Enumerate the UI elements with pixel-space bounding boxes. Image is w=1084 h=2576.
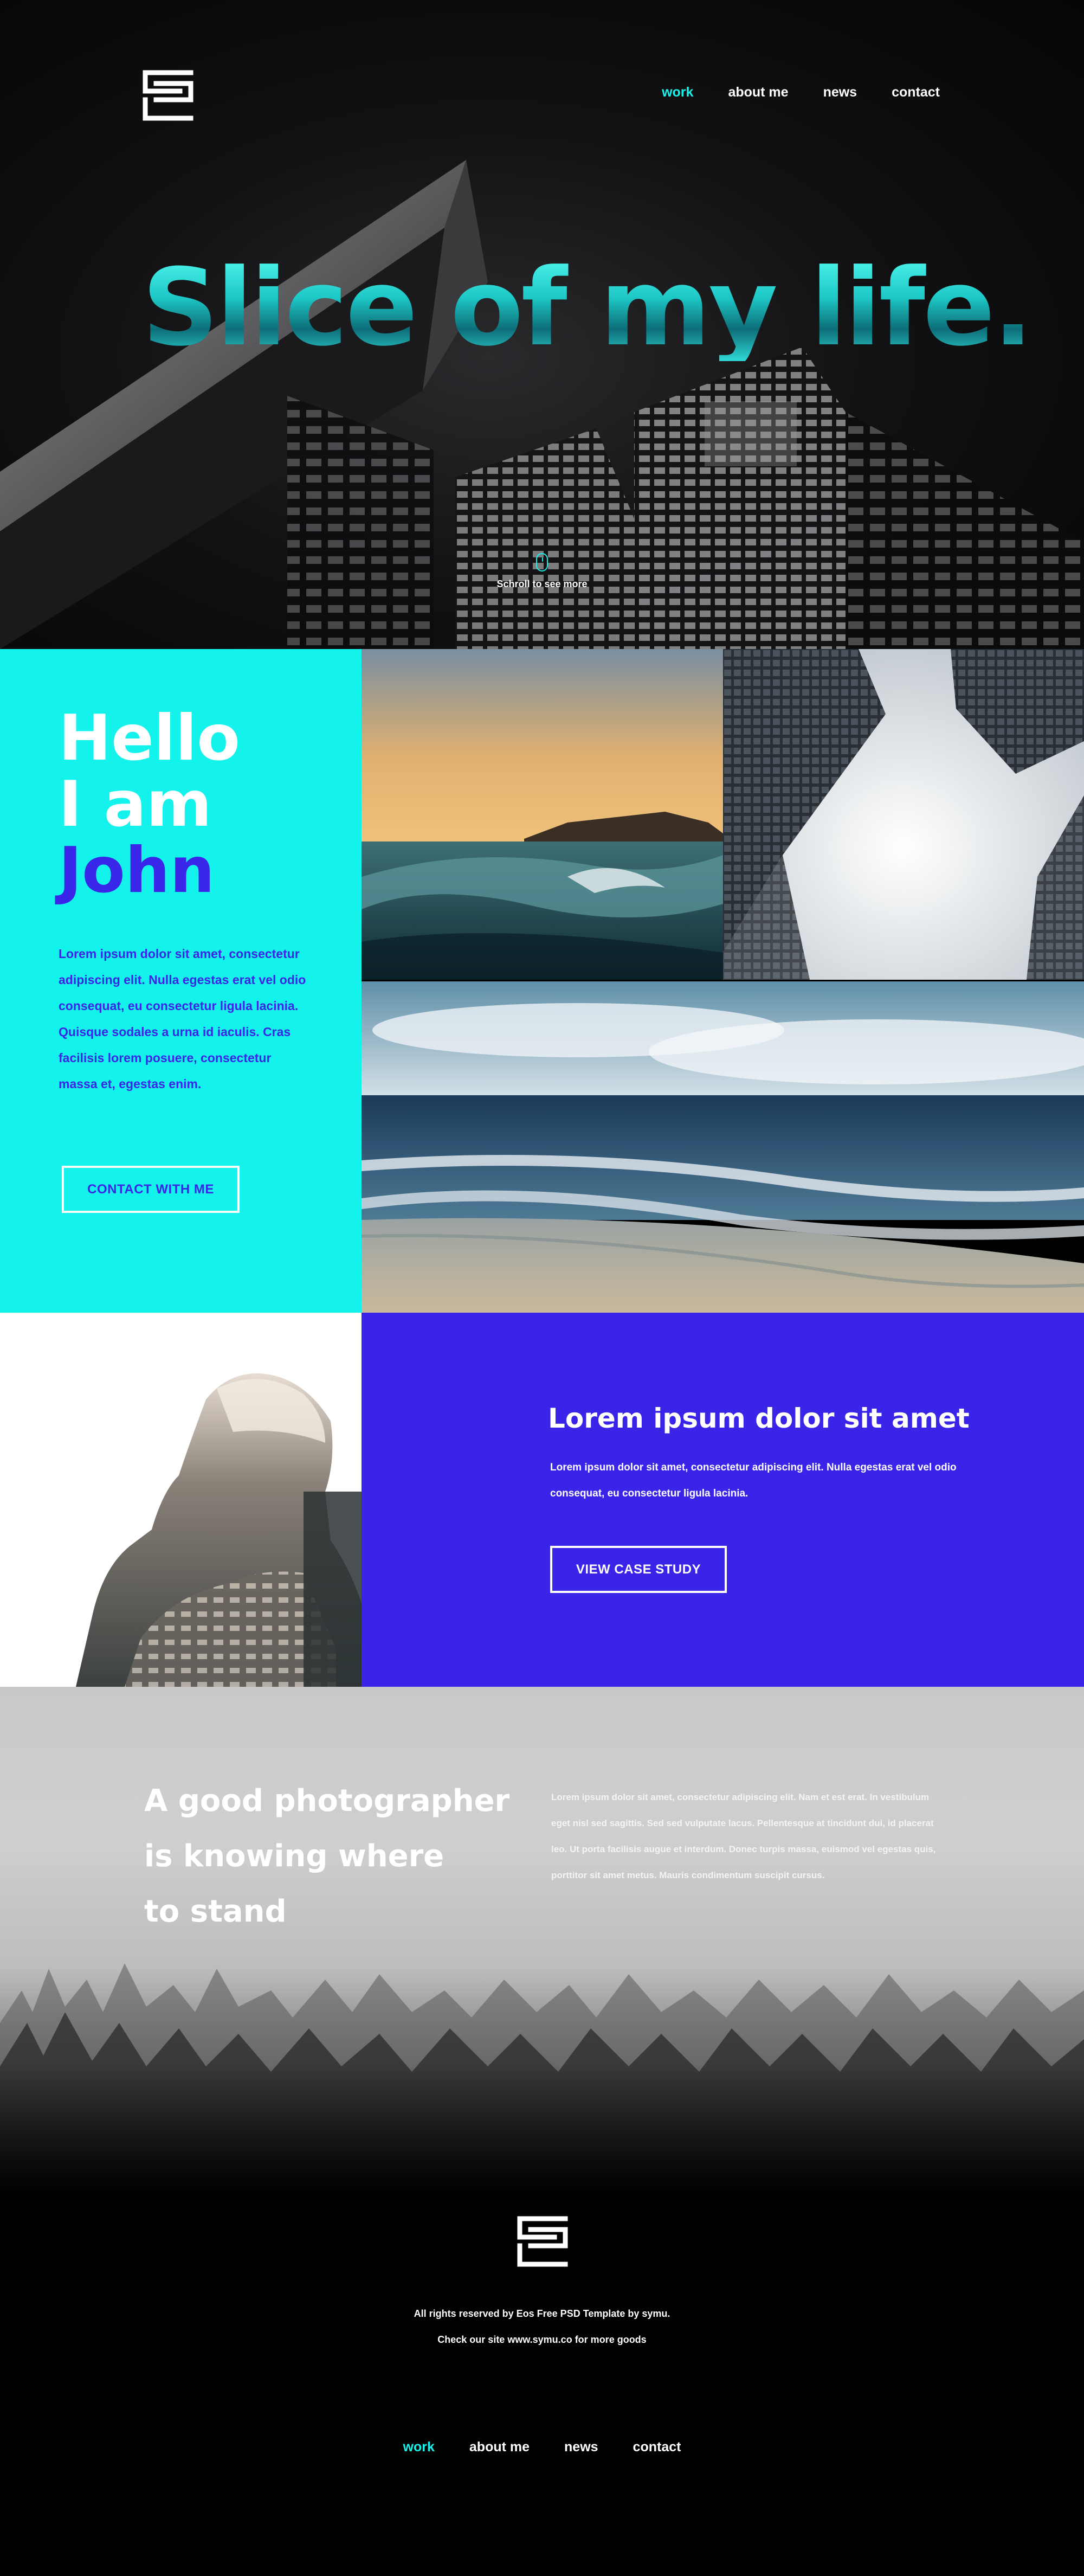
skyscraper-fog-photo — [723, 649, 1084, 980]
nav-item-contact[interactable]: contact — [892, 85, 940, 100]
eos-logo-icon — [517, 2216, 568, 2267]
quote-text: Lorem ipsum dolor sit amet, consectetur … — [551, 1792, 936, 1880]
quote-section: A good photographer is knowing where to … — [0, 1687, 1084, 2196]
double-exposure-photo — [0, 1313, 362, 1687]
footer-nav-item-about-me[interactable]: about me — [469, 2439, 530, 2455]
header-logo[interactable] — [142, 69, 194, 121]
hero-section: work about me news contact Slice of my l… — [0, 0, 1084, 649]
case-study-title: Lorem ipsum dolor sit amet — [548, 1403, 970, 1434]
footer-rights: All rights reserved by Eos Free PSD Temp… — [414, 2308, 670, 2319]
scroll-text: Schroll to see more — [496, 579, 588, 589]
footer-nav: work about me news contact — [0, 2439, 1084, 2455]
case-study-section: Lorem ipsum dolor sit amet Lorem ipsum d… — [362, 1313, 1084, 1687]
view-case-study-button[interactable]: VIEW CASE STUDY — [550, 1546, 727, 1593]
hero-title: Slice of my life. — [142, 246, 1033, 370]
quote-line-1: A good photographer — [144, 1783, 510, 1819]
header-nav: work about me news contact — [662, 85, 940, 100]
footer-nav-item-news[interactable]: news — [564, 2439, 598, 2455]
foggy-forest-photo — [0, 1963, 1084, 2196]
coast-wave-photo — [362, 649, 723, 980]
nav-item-news[interactable]: news — [823, 85, 857, 100]
footer: All rights reserved by Eos Free PSD Temp… — [0, 2196, 1084, 2576]
quote-line-3: to stand — [144, 1894, 287, 1929]
footer-nav-item-work[interactable]: work — [403, 2439, 435, 2455]
nav-item-work[interactable]: work — [662, 85, 693, 100]
about-section: Hello I am John Lorem ipsum dolor sit am… — [0, 649, 362, 1313]
footer-site-link[interactable]: Check our site www.symu.co for more good… — [0, 2334, 1084, 2346]
quote-line-2: is knowing where — [144, 1839, 444, 1874]
footer-nav-item-contact[interactable]: contact — [633, 2439, 681, 2455]
case-study-text: Lorem ipsum dolor sit amet, consectetur … — [550, 1462, 957, 1499]
eos-logo-icon — [143, 70, 193, 121]
scroll-indicator[interactable]: Schroll to see more — [0, 553, 1084, 590]
beach-ocean-photo — [362, 981, 1084, 1313]
quote-title: A good photographer is knowing where to … — [144, 1774, 524, 1939]
footer-logo[interactable] — [517, 2215, 569, 2267]
greeting-name: John — [59, 834, 215, 907]
nav-item-about-me[interactable]: about me — [728, 85, 788, 100]
greeting-line-2: I am — [59, 768, 212, 841]
contact-with-me-button[interactable]: CONTACT WITH ME — [62, 1166, 240, 1213]
about-text: Lorem ipsum dolor sit amet, consectetur … — [59, 947, 306, 1091]
mouse-icon — [536, 553, 548, 571]
greeting-line-1: Hello — [59, 702, 240, 775]
greeting-heading: Hello I am John — [59, 705, 240, 904]
